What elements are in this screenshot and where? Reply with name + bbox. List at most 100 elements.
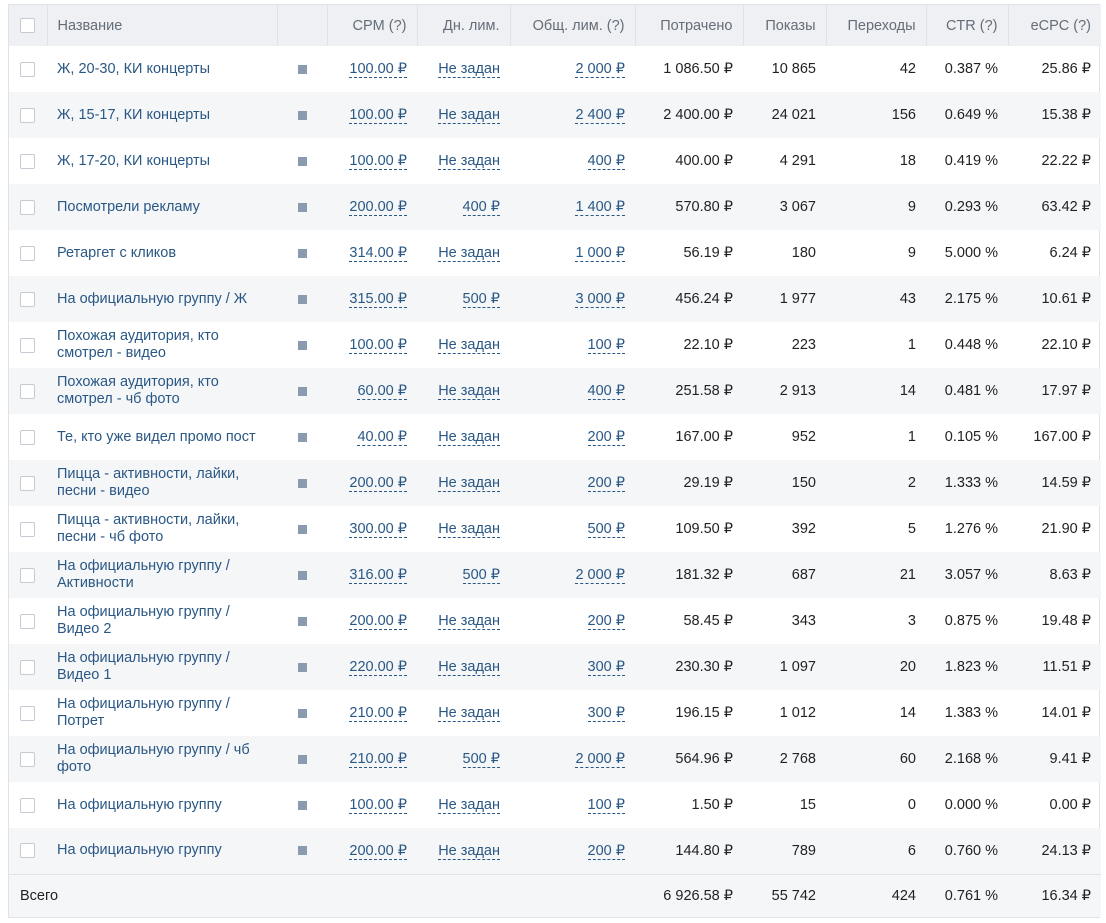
campaign-name-link[interactable]: Посмотрели рекламу: [57, 199, 200, 215]
daily-limit-edit-link[interactable]: Не задан: [438, 613, 500, 630]
daily-limit-edit-link[interactable]: Не задан: [438, 245, 500, 262]
status-square-icon[interactable]: [297, 64, 307, 74]
row-checkbox[interactable]: [20, 199, 35, 215]
total-limit-edit-link[interactable]: 200 ₽: [587, 475, 625, 492]
campaign-name-link[interactable]: Ж, 15-17, КИ концерты: [57, 107, 210, 123]
campaign-name-link[interactable]: На официальную группу / Ж: [57, 291, 247, 307]
status-square-icon[interactable]: [297, 340, 307, 350]
row-checkbox[interactable]: [20, 521, 35, 537]
daily-limit-edit-link[interactable]: Не задан: [438, 705, 500, 722]
status-square-icon[interactable]: [297, 202, 307, 212]
cpm-edit-link[interactable]: 200.00 ₽: [349, 842, 407, 860]
total-limit-edit-link[interactable]: 100 ₽: [587, 797, 625, 814]
total-limit-edit-link[interactable]: 200 ₽: [587, 842, 625, 860]
row-checkbox[interactable]: [20, 153, 35, 169]
status-square-icon[interactable]: [297, 616, 307, 626]
total-limit-edit-link[interactable]: 300 ₽: [587, 659, 625, 676]
cpm-edit-link[interactable]: 200.00 ₽: [349, 199, 407, 216]
row-checkbox[interactable]: [20, 613, 35, 629]
daily-limit-edit-link[interactable]: Не задан: [438, 383, 500, 400]
cpm-edit-link[interactable]: 316.00 ₽: [349, 567, 407, 584]
total-limit-edit-link[interactable]: 300 ₽: [587, 705, 625, 722]
total-limit-edit-link[interactable]: 200 ₽: [587, 613, 625, 630]
cpm-edit-link[interactable]: 300.00 ₽: [349, 521, 407, 538]
campaign-name-link[interactable]: На официальную группу: [57, 842, 222, 858]
cpm-edit-link[interactable]: 315.00 ₽: [349, 291, 407, 308]
status-square-icon[interactable]: [297, 294, 307, 304]
cpm-edit-link[interactable]: 100.00 ₽: [349, 61, 407, 78]
daily-limit-edit-link[interactable]: Не задан: [438, 107, 500, 124]
daily-limit-edit-link[interactable]: 500 ₽: [462, 567, 500, 584]
cpm-edit-link[interactable]: 314.00 ₽: [349, 245, 407, 262]
cpm-edit-link[interactable]: 200.00 ₽: [349, 475, 407, 492]
status-square-icon[interactable]: [297, 248, 307, 258]
status-square-icon[interactable]: [297, 754, 307, 764]
cpm-edit-link[interactable]: 100.00 ₽: [349, 797, 407, 814]
column-header-ecpc[interactable]: eCPC (?): [1008, 5, 1101, 46]
column-header-name[interactable]: Название: [47, 5, 278, 46]
cpm-edit-link[interactable]: 210.00 ₽: [349, 751, 407, 768]
row-checkbox[interactable]: [20, 107, 35, 123]
total-limit-edit-link[interactable]: 2 000 ₽: [575, 751, 625, 768]
cpm-edit-link[interactable]: 200.00 ₽: [349, 613, 407, 630]
row-checkbox[interactable]: [20, 659, 35, 675]
campaign-name-link[interactable]: На официальную группу / Видео 1: [57, 650, 230, 683]
column-header-total-limit[interactable]: Общ. лим. (?): [510, 5, 636, 46]
row-checkbox[interactable]: [20, 475, 35, 491]
status-square-icon[interactable]: [297, 524, 307, 534]
daily-limit-edit-link[interactable]: 500 ₽: [462, 751, 500, 768]
select-all-checkbox[interactable]: [20, 18, 35, 34]
total-limit-edit-link[interactable]: 1 400 ₽: [575, 199, 625, 216]
campaign-name-link[interactable]: Похожая аудитория, кто смотрел - видео: [57, 328, 219, 361]
total-limit-edit-link[interactable]: 2 000 ₽: [575, 61, 625, 78]
column-header-ctr[interactable]: CTR (?): [926, 5, 1009, 46]
daily-limit-edit-link[interactable]: Не задан: [438, 153, 500, 170]
campaign-name-link[interactable]: На официальную группу / Видео 2: [57, 604, 230, 637]
total-limit-edit-link[interactable]: 200 ₽: [587, 429, 625, 446]
total-limit-edit-link[interactable]: 2 400 ₽: [575, 107, 625, 124]
cpm-edit-link[interactable]: 210.00 ₽: [349, 705, 407, 722]
total-limit-edit-link[interactable]: 500 ₽: [587, 521, 625, 538]
total-limit-edit-link[interactable]: 400 ₽: [587, 383, 625, 400]
status-square-icon[interactable]: [297, 570, 307, 580]
daily-limit-edit-link[interactable]: Не задан: [438, 842, 500, 860]
row-checkbox[interactable]: [20, 429, 35, 445]
row-checkbox[interactable]: [20, 751, 35, 767]
daily-limit-edit-link[interactable]: 500 ₽: [462, 291, 500, 308]
daily-limit-edit-link[interactable]: Не задан: [438, 521, 500, 538]
row-checkbox[interactable]: [20, 337, 35, 353]
cpm-edit-link[interactable]: 100.00 ₽: [349, 107, 407, 124]
cpm-edit-link[interactable]: 100.00 ₽: [349, 153, 407, 170]
row-checkbox[interactable]: [20, 245, 35, 261]
campaign-name-link[interactable]: Те, кто уже видел промо пост: [57, 429, 256, 445]
column-header-clicks[interactable]: Переходы: [826, 5, 927, 46]
cpm-edit-link[interactable]: 100.00 ₽: [349, 337, 407, 354]
status-square-icon[interactable]: [297, 110, 307, 120]
daily-limit-edit-link[interactable]: Не задан: [438, 429, 500, 446]
campaign-name-link[interactable]: На официальную группу / чб фото: [57, 742, 250, 775]
daily-limit-edit-link[interactable]: Не задан: [438, 475, 500, 492]
status-square-icon[interactable]: [297, 708, 307, 718]
campaign-name-link[interactable]: Ретаргет с кликов: [57, 245, 176, 261]
daily-limit-edit-link[interactable]: Не задан: [438, 797, 500, 814]
column-header-daily-limit[interactable]: Дн. лим.: [417, 5, 511, 46]
row-checkbox[interactable]: [20, 383, 35, 399]
campaign-name-link[interactable]: Пицца - активности, лайки, песни - чб фо…: [57, 512, 239, 545]
column-header-spent[interactable]: Потрачено: [635, 5, 744, 46]
status-square-icon[interactable]: [297, 800, 307, 810]
daily-limit-edit-link[interactable]: 400 ₽: [462, 199, 500, 216]
total-limit-edit-link[interactable]: 100 ₽: [587, 337, 625, 354]
cpm-edit-link[interactable]: 60.00 ₽: [357, 383, 407, 400]
status-square-icon[interactable]: [297, 432, 307, 442]
row-checkbox[interactable]: [20, 567, 35, 583]
campaign-name-link[interactable]: Похожая аудитория, кто смотрел - чб фото: [57, 374, 219, 407]
campaign-name-link[interactable]: На официальную группу / Потрет: [57, 696, 230, 729]
campaign-name-link[interactable]: Пицца - активности, лайки, песни - видео: [57, 466, 239, 499]
status-square-icon[interactable]: [297, 386, 307, 396]
row-checkbox[interactable]: [20, 797, 35, 813]
cpm-edit-link[interactable]: 220.00 ₽: [349, 659, 407, 676]
status-square-icon[interactable]: [297, 156, 307, 166]
total-limit-edit-link[interactable]: 3 000 ₽: [575, 291, 625, 308]
total-limit-edit-link[interactable]: 2 000 ₽: [575, 567, 625, 584]
campaign-name-link[interactable]: На официальную группу: [57, 797, 222, 813]
